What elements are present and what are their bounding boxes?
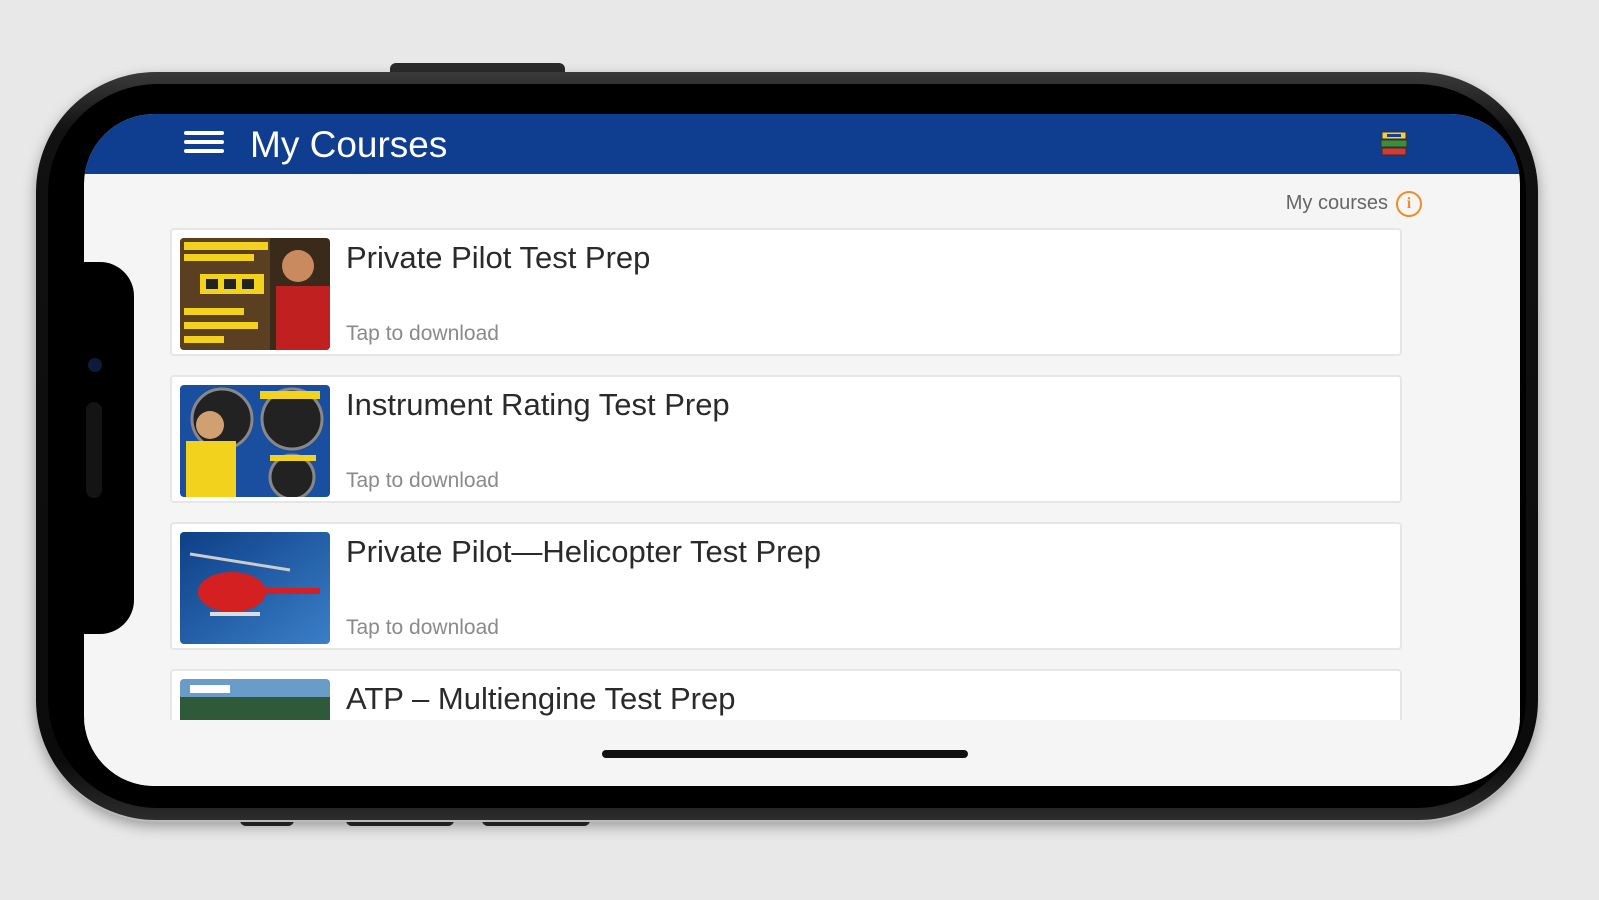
- course-thumbnail: [180, 385, 330, 497]
- course-thumbnail: [180, 532, 330, 644]
- course-title: Private Pilot Test Prep: [346, 240, 651, 275]
- book-stack-icon[interactable]: [1378, 128, 1410, 160]
- phone-notch: [66, 262, 134, 634]
- course-title: Private Pilot—Helicopter Test Prep: [346, 534, 821, 569]
- course-thumbnail: [180, 238, 330, 350]
- app-bar: My Courses: [84, 114, 1520, 174]
- section-label: My courses: [1285, 192, 1388, 214]
- speaker-grille: [86, 402, 102, 498]
- hamburger-menu-icon[interactable]: [184, 126, 224, 158]
- app-screen: My Courses My courses i Private Pilot Te…: [84, 114, 1520, 786]
- camera-icon: [88, 358, 102, 372]
- course-card[interactable]: Private Pilot—Helicopter Test Prep Tap t…: [170, 522, 1402, 650]
- page-title: My Courses: [250, 124, 448, 165]
- course-card[interactable]: Instrument Rating Test Prep Tap to downl…: [170, 375, 1402, 503]
- course-status: Tap to download: [346, 469, 499, 492]
- info-icon[interactable]: i: [1396, 191, 1422, 217]
- course-title: ATP – Multiengine Test Prep: [346, 681, 736, 716]
- course-status: Tap to download: [346, 322, 499, 345]
- course-status: Tap to download: [346, 616, 499, 639]
- course-card[interactable]: Private Pilot Test Prep Tap to download: [170, 228, 1402, 356]
- home-indicator[interactable]: [602, 750, 968, 758]
- course-title: Instrument Rating Test Prep: [346, 387, 730, 422]
